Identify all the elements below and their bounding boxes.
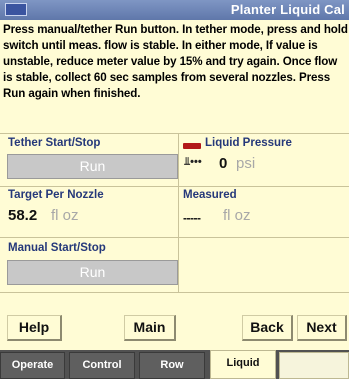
measured-label: Measured — [183, 189, 237, 201]
tab-row[interactable]: Row — [139, 352, 205, 379]
tab-liquid[interactable]: Liquid — [210, 350, 276, 379]
pressure-value: 0 — [219, 155, 228, 172]
instructions-text: Press manual/tether Run button. In tethe… — [3, 23, 348, 100]
tether-label: Tether Start/Stop — [8, 137, 101, 149]
window-title: Planter Liquid Cal — [230, 2, 345, 17]
back-button[interactable]: Back — [242, 315, 293, 341]
pressure-gauge-icon: ⫫••• — [184, 156, 202, 168]
pressure-unit: psi — [236, 155, 256, 172]
tab-operate[interactable]: Operate — [0, 352, 65, 379]
tab-empty — [279, 352, 349, 379]
tab-bar: Operate Control Row Liquid — [0, 350, 349, 379]
liquid-pressure-icon — [183, 143, 201, 149]
manual-run-button[interactable]: Run — [7, 260, 178, 285]
help-button[interactable]: Help — [7, 315, 62, 341]
measured-unit: fl oz — [223, 207, 251, 224]
tether-run-button[interactable]: Run — [7, 154, 178, 179]
main-button[interactable]: Main — [124, 315, 176, 341]
pressure-label: Liquid Pressure — [205, 137, 292, 149]
app-menu-icon[interactable] — [5, 3, 27, 16]
measured-value: ----- — [183, 211, 201, 225]
title-bar: Planter Liquid Cal — [0, 0, 349, 20]
manual-label: Manual Start/Stop — [8, 242, 106, 254]
target-unit: fl oz — [51, 207, 79, 224]
divider — [0, 237, 349, 238]
divider — [0, 292, 349, 293]
target-value: 58.2 — [8, 207, 38, 224]
divider — [178, 133, 179, 292]
target-label: Target Per Nozzle — [8, 189, 104, 201]
next-button[interactable]: Next — [297, 315, 347, 341]
divider — [0, 133, 349, 134]
divider — [0, 186, 349, 187]
tab-control[interactable]: Control — [69, 352, 135, 379]
